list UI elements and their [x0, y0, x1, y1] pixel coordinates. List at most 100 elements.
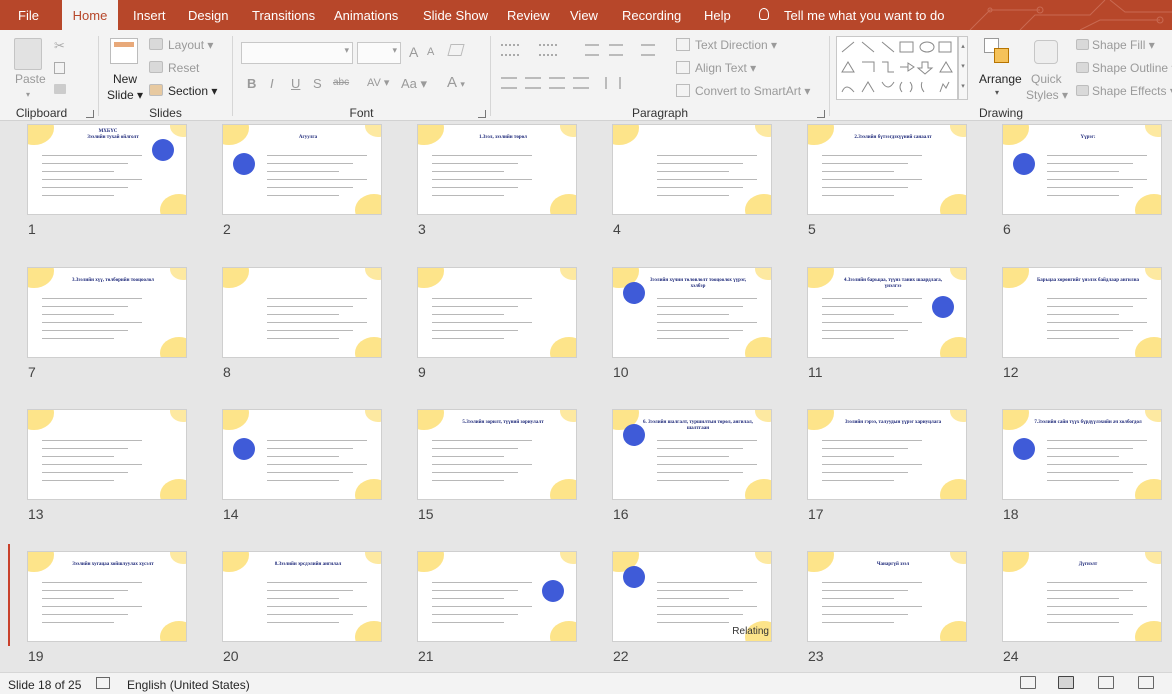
tab-transitions[interactable]: Transitions	[252, 0, 315, 30]
text-direction-button[interactable]: Text Direction ▾	[695, 38, 777, 52]
slide-thumbnail[interactable]: Дүгнэлт	[1002, 551, 1162, 642]
quick-styles-button-line2[interactable]: Styles ▾	[1026, 88, 1068, 102]
slide-title: 2.Зээлийн бүтээгдэхүүний санаалт	[854, 135, 932, 140]
shapes-gallery[interactable]	[836, 36, 958, 100]
tab-slide-show[interactable]: Slide Show	[423, 0, 488, 30]
tab-home[interactable]: Home	[62, 0, 118, 31]
bold-button[interactable]: B	[247, 76, 256, 91]
slide-show-view-icon[interactable]	[1138, 676, 1154, 689]
section-button[interactable]: Section ▾	[168, 84, 217, 98]
align-right-icon[interactable]	[549, 77, 565, 89]
shapes-scroll-icon[interactable]: ▴ ▾ ▾	[958, 36, 968, 100]
character-spacing-button[interactable]: AV ▾	[367, 76, 389, 89]
justify-icon[interactable]	[573, 77, 589, 89]
text-shadow-button[interactable]: abc	[333, 77, 349, 88]
bullets-icon[interactable]	[501, 44, 519, 56]
increase-indent-icon[interactable]	[609, 44, 623, 56]
tab-view[interactable]: View	[570, 0, 598, 30]
slide-thumbnail[interactable]: Зээлийн хүчин төлөвлөлт тооцоолох үүрэг,…	[612, 267, 772, 358]
tab-file[interactable]: File	[18, 0, 39, 30]
slide-thumbnail[interactable]	[612, 124, 772, 215]
slide-thumbnail[interactable]: 8.Зээлийн эрсдэлийн ангилал	[222, 551, 382, 642]
slide-thumbnail[interactable]: Үүрэг:	[1002, 124, 1162, 215]
tab-insert[interactable]: Insert	[133, 0, 166, 30]
paragraph-group: Text Direction ▾ Align Text ▾ Convert to…	[491, 30, 829, 121]
decrease-indent-icon[interactable]	[585, 44, 599, 56]
columns-icon[interactable]	[605, 77, 621, 89]
new-slide-button-line2[interactable]: Slide ▾	[107, 88, 143, 102]
grow-font-button[interactable]: A	[409, 44, 418, 60]
reading-view-icon[interactable]	[1098, 676, 1114, 689]
slide-thumbnail[interactable]	[417, 267, 577, 358]
decorative-blob	[170, 410, 186, 422]
slide-thumbnail[interactable]: Зээлийн гэрээ, талуудын үүрэг хариуцлага	[807, 409, 967, 500]
font-name-dropdown[interactable]: ▾	[241, 42, 353, 64]
notes-icon[interactable]	[96, 677, 110, 689]
slide-sorter-view-icon[interactable]	[1058, 676, 1074, 689]
italic-button[interactable]: I	[270, 76, 274, 91]
tab-design[interactable]: Design	[188, 0, 228, 30]
arrange-button[interactable]: Arrange	[979, 72, 1022, 86]
shape-effects-button[interactable]: Shape Effects ▾	[1092, 84, 1172, 98]
clipboard-group: Paste ▾ ✂ Clipboard	[0, 30, 98, 121]
strikethrough-button[interactable]: S	[313, 76, 322, 91]
tab-help[interactable]: Help	[704, 0, 731, 30]
language-status[interactable]: English (United States)	[127, 678, 250, 692]
slide-thumbnail[interactable]	[27, 409, 187, 500]
shape-fill-button[interactable]: Shape Fill ▾	[1092, 38, 1155, 52]
slide-thumbnail[interactable]: Барьцаа хөрөнгийг үнэлэх байдлаар ангилн…	[1002, 267, 1162, 358]
reset-button[interactable]: Reset	[168, 61, 199, 75]
slide-thumbnail[interactable]	[222, 267, 382, 358]
convert-to-smartart-button[interactable]: Convert to SmartArt ▾	[695, 84, 810, 98]
slide-thumbnail[interactable]: Relating	[612, 551, 772, 642]
paste-icon[interactable]	[14, 38, 42, 70]
slide-text-line	[42, 314, 114, 315]
align-center-icon[interactable]	[525, 77, 541, 89]
clear-formatting-icon[interactable]	[447, 44, 465, 56]
align-text-button[interactable]: Align Text ▾	[695, 61, 756, 75]
tell-me-search[interactable]: Tell me what you want to do	[784, 0, 944, 30]
slide-thumbnail[interactable]	[222, 409, 382, 500]
layout-button[interactable]: Layout ▾	[168, 38, 213, 52]
decorative-blob	[808, 125, 834, 145]
underline-button[interactable]: U	[291, 76, 300, 91]
new-slide-button[interactable]: New	[113, 72, 137, 86]
numbering-icon[interactable]	[539, 44, 557, 56]
slide-thumbnail[interactable]: 2.Зээлийн бүтээгдэхүүний санаалт	[807, 124, 967, 215]
tab-recording[interactable]: Recording	[622, 0, 681, 30]
slide-thumbnail[interactable]: 7.Зээлийн сайн түүх бүрдүүлэхийн ач холб…	[1002, 409, 1162, 500]
slide-thumbnail[interactable]: 6. Зээлийн шалгалт, туршилтын төрөл, анг…	[612, 409, 772, 500]
slide-thumbnail[interactable]: 1.Зээл, зээлийн төрөл	[417, 124, 577, 215]
font-color-button[interactable]: A ▾	[447, 74, 465, 91]
line-spacing-icon[interactable]	[641, 44, 655, 56]
paste-dropdown-icon[interactable]: ▾	[26, 90, 30, 99]
quick-styles-button[interactable]: Quick	[1031, 72, 1062, 86]
slide-thumbnail[interactable]: Зээлийн хугацаа хойшлуулах хүсэлт	[27, 551, 187, 642]
slide-thumbnail[interactable]: Агуулга	[222, 124, 382, 215]
slide-thumbnail[interactable]: Чанаргүй зээл	[807, 551, 967, 642]
slide-thumbnail[interactable]: 5.Зээлийн зорилт, түүний зориулалт	[417, 409, 577, 500]
paragraph-launcher-icon[interactable]	[817, 110, 825, 118]
shrink-font-button[interactable]: A	[427, 46, 434, 58]
align-left-icon[interactable]	[501, 77, 517, 89]
arrange-dropdown-icon[interactable]: ▾	[995, 88, 999, 97]
change-case-button[interactable]: Aa ▾	[401, 76, 427, 92]
shape-outline-button[interactable]: Shape Outline ▾	[1092, 61, 1172, 75]
slide-thumbnail[interactable]: 4.Зээлийн барьцаа, түүнз таних шаардлага…	[807, 267, 967, 358]
font-launcher-icon[interactable]	[478, 110, 486, 118]
font-size-dropdown[interactable]: ▾	[357, 42, 401, 64]
slide-title: Үүрэг:	[1080, 135, 1096, 140]
format-painter-icon[interactable]	[54, 84, 66, 94]
new-slide-icon[interactable]	[110, 38, 138, 64]
tab-review[interactable]: Review	[507, 0, 550, 30]
slide-thumbnail[interactable]: 3.Зээлийн хүү, төлбөрийн тооцоолол	[27, 267, 187, 358]
clipboard-launcher-icon[interactable]	[86, 110, 94, 118]
cut-icon[interactable]: ✂	[54, 38, 65, 54]
slide-text-line	[267, 171, 339, 172]
tab-animations[interactable]: Animations	[334, 0, 398, 30]
slide-thumbnail[interactable]	[417, 551, 577, 642]
paste-button[interactable]: Paste	[15, 72, 46, 86]
normal-view-icon[interactable]	[1020, 676, 1036, 689]
copy-icon[interactable]	[54, 62, 65, 74]
slide-thumbnail[interactable]: Зээлийн тухай ойлголт МХБҮС	[27, 124, 187, 215]
